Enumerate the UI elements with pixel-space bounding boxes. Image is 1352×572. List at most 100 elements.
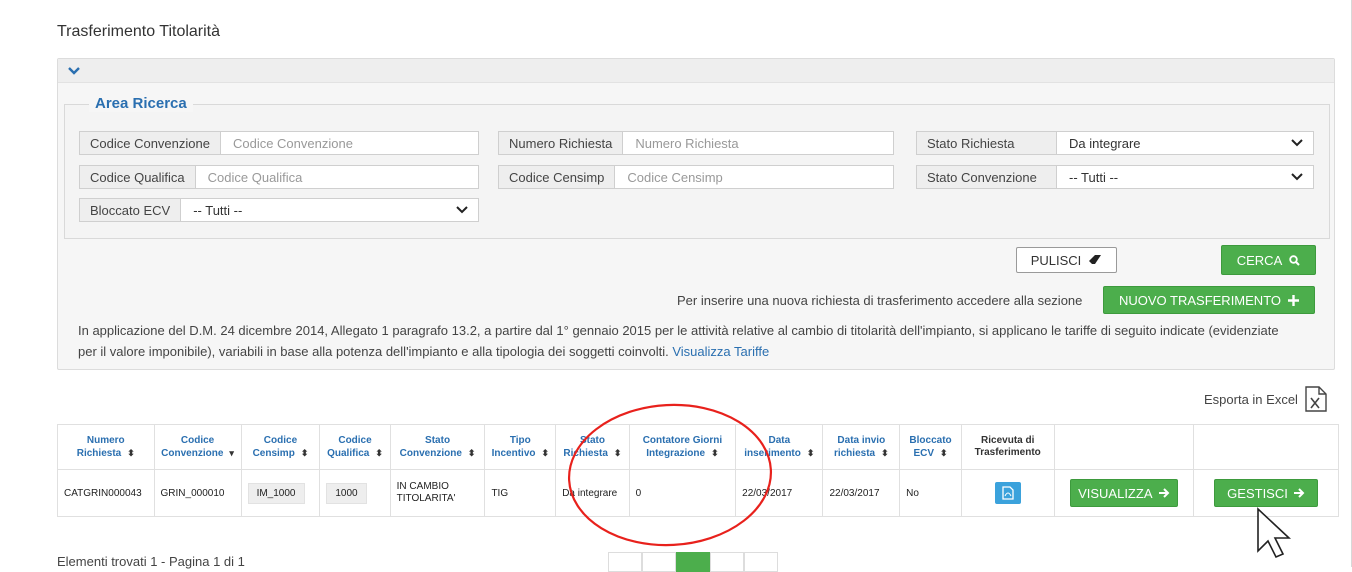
pagination-last[interactable] — [744, 552, 778, 572]
cell-visualizza: VISUALIZZA — [1053, 469, 1195, 517]
col-numero-richiesta[interactable]: Numero Richiesta ⬍ — [57, 424, 155, 470]
sort-icon: ⬍ — [613, 447, 622, 458]
cell-stato-convenzione: IN CAMBIO TITOLARITA' — [389, 469, 486, 517]
col-bloccato-ecv[interactable]: Bloccato ECV ⬍ — [899, 424, 962, 470]
codice-censimp-field: Codice Censimp — [498, 165, 894, 189]
col-codice-convenzione[interactable]: Codice Convenzione ▾ — [153, 424, 242, 470]
pulisci-label: PULISCI — [1030, 252, 1082, 268]
results-table: Numero Richiesta ⬍ Codice Convenzione ▾ Codi… — [57, 424, 1339, 517]
search-icon — [1289, 254, 1300, 266]
ricevuta-pdf-button[interactable] — [994, 482, 1021, 504]
pagination-prev[interactable] — [608, 552, 642, 572]
cell-data-inserimento: 22/03/2017 — [735, 469, 824, 517]
sort-icon: ⬍ — [806, 447, 815, 458]
export-label: Esporta in Excel — [1204, 391, 1298, 407]
chevron-down-icon — [456, 206, 468, 214]
codice-qualifica-field: Codice Qualifica — [79, 165, 479, 189]
gestisci-button[interactable]: GESTISCI — [1214, 479, 1319, 507]
visualizza-label: VISUALIZZA — [1078, 485, 1153, 501]
stato-richiesta-field: Stato Richiesta Da integrare — [916, 131, 1314, 155]
notice-line-1: In applicazione del D.M. 24 dicembre 201… — [78, 323, 1279, 338]
sort-icon: ⬍ — [711, 447, 719, 458]
bloccato-ecv-value: -- Tutti -- — [193, 202, 243, 218]
cell-data-invio: 22/03/2017 — [822, 469, 901, 517]
col-contatore-giorni[interactable]: Contatore Giorni Integrazione ⬍ — [628, 424, 737, 470]
sort-icon: ⬍ — [881, 447, 889, 458]
numero-richiesta-input[interactable] — [623, 132, 893, 154]
sort-icon: ⬍ — [541, 447, 550, 458]
panel-header[interactable] — [58, 59, 1334, 83]
export-excel[interactable]: Esporta in Excel — [1204, 386, 1328, 412]
page-title: Trasferimento Titolarità — [57, 23, 221, 40]
arrow-right-icon — [1293, 488, 1305, 498]
codice-qualifica-value: 1000 — [326, 482, 367, 504]
sort-desc-icon: ▾ — [229, 447, 234, 458]
codice-censimp-value: IM_1000 — [247, 482, 305, 504]
arrow-right-icon — [1158, 488, 1169, 498]
cell-codice-qualifica: 1000 — [319, 469, 391, 517]
pagination — [608, 552, 778, 572]
sort-icon: ⬍ — [467, 447, 476, 458]
nuovo-trasferimento-button[interactable]: NUOVO TRASFERIMENTO — [1103, 286, 1315, 314]
pagination-first[interactable] — [642, 552, 676, 572]
cell-tipo-incentivo: TIG — [484, 469, 557, 517]
stato-richiesta-label: Stato Richiesta — [917, 132, 1057, 154]
sort-icon: ⬍ — [375, 447, 383, 458]
pulisci-button[interactable]: PULISCI — [1016, 247, 1117, 273]
pagination-next[interactable] — [710, 552, 744, 572]
col-data-invio[interactable]: Data invio richiesta ⬍ — [822, 424, 901, 470]
col-codice-censimp[interactable]: Codice Censimp ⬍ — [240, 424, 321, 470]
chevron-down-icon — [1291, 173, 1303, 181]
stato-convenzione-select[interactable]: -- Tutti -- — [1057, 166, 1313, 188]
codice-censimp-input[interactable] — [615, 166, 893, 188]
visualizza-button[interactable]: VISUALIZZA — [1069, 479, 1178, 507]
codice-censimp-label: Codice Censimp — [499, 166, 616, 188]
codice-convenzione-input[interactable] — [220, 132, 478, 154]
table-header-row: Numero Richiesta ⬍ Codice Convenzione ▾ Codi… — [57, 424, 1339, 470]
cell-bloccato-ecv: No — [899, 469, 962, 517]
col-ricevuta: Ricevuta di Trasferimento — [960, 424, 1055, 470]
codice-qualifica-label: Codice Qualifica — [80, 166, 196, 188]
col-data-inserimento[interactable]: Data inserimento ⬍ — [735, 424, 824, 470]
numero-richiesta-label: Numero Richiesta — [499, 132, 624, 154]
cerca-button[interactable]: CERCA — [1221, 245, 1316, 275]
cerca-label: CERCA — [1236, 252, 1283, 268]
search-area-legend: Area Ricerca — [89, 95, 193, 112]
bloccato-ecv-label: Bloccato ECV — [80, 199, 182, 221]
bloccato-ecv-select[interactable]: -- Tutti -- — [181, 199, 478, 221]
table-row: CATGRIN000043 GRIN_000010 IM_1000 1000 I… — [57, 469, 1339, 517]
cell-contatore-giorni: 0 — [628, 469, 737, 517]
bloccato-ecv-field: Bloccato ECV -- Tutti -- — [79, 198, 479, 222]
cell-numero-richiesta: CATGRIN000043 — [57, 469, 155, 517]
col-action-gestisci — [1193, 424, 1339, 470]
col-tipo-incentivo[interactable]: Tipo Incentivo ⬍ — [484, 424, 557, 470]
excel-file-icon — [1305, 386, 1327, 412]
stato-richiesta-value: Da integrare — [1069, 135, 1141, 151]
notice-text: per il valore imponibile), variabili in … — [78, 344, 669, 359]
cell-gestisci: GESTISCI — [1193, 469, 1339, 517]
sort-icon: ⬍ — [300, 447, 309, 458]
numero-richiesta-field: Numero Richiesta — [498, 131, 894, 155]
chevron-down-icon[interactable] — [67, 65, 81, 77]
cell-stato-richiesta: Da integrare — [555, 469, 630, 517]
visualizza-tariffe-link[interactable]: Visualizza Tariffe — [672, 344, 769, 359]
stato-convenzione-value: -- Tutti -- — [1069, 169, 1119, 185]
pdf-icon — [1002, 486, 1014, 500]
gestisci-label: GESTISCI — [1227, 485, 1288, 501]
search-area: Area Ricerca Codice Convenzione Codice Q… — [64, 95, 1330, 239]
cell-ricevuta — [960, 469, 1055, 517]
col-stato-richiesta[interactable]: Stato Richiesta ⬍ — [555, 424, 630, 470]
notice-line-2: per il valore imponibile), variabili in … — [78, 344, 769, 359]
sort-icon: ⬍ — [940, 447, 948, 458]
stato-richiesta-select[interactable]: Da integrare — [1057, 132, 1313, 154]
pagination-current-page[interactable] — [676, 552, 710, 572]
cell-codice-convenzione: GRIN_000010 — [153, 469, 242, 517]
col-stato-convenzione[interactable]: Stato Convenzione ⬍ — [389, 424, 486, 470]
stato-convenzione-field: Stato Convenzione -- Tutti -- — [916, 165, 1314, 189]
chevron-down-icon — [1291, 139, 1303, 147]
search-panel: Area Ricerca Codice Convenzione Codice Q… — [57, 58, 1335, 370]
col-codice-qualifica[interactable]: Codice Qualifica ⬍ — [319, 424, 391, 470]
codice-convenzione-field: Codice Convenzione — [79, 131, 479, 155]
col-action-visualizza — [1053, 424, 1195, 470]
codice-qualifica-input[interactable] — [195, 166, 478, 188]
